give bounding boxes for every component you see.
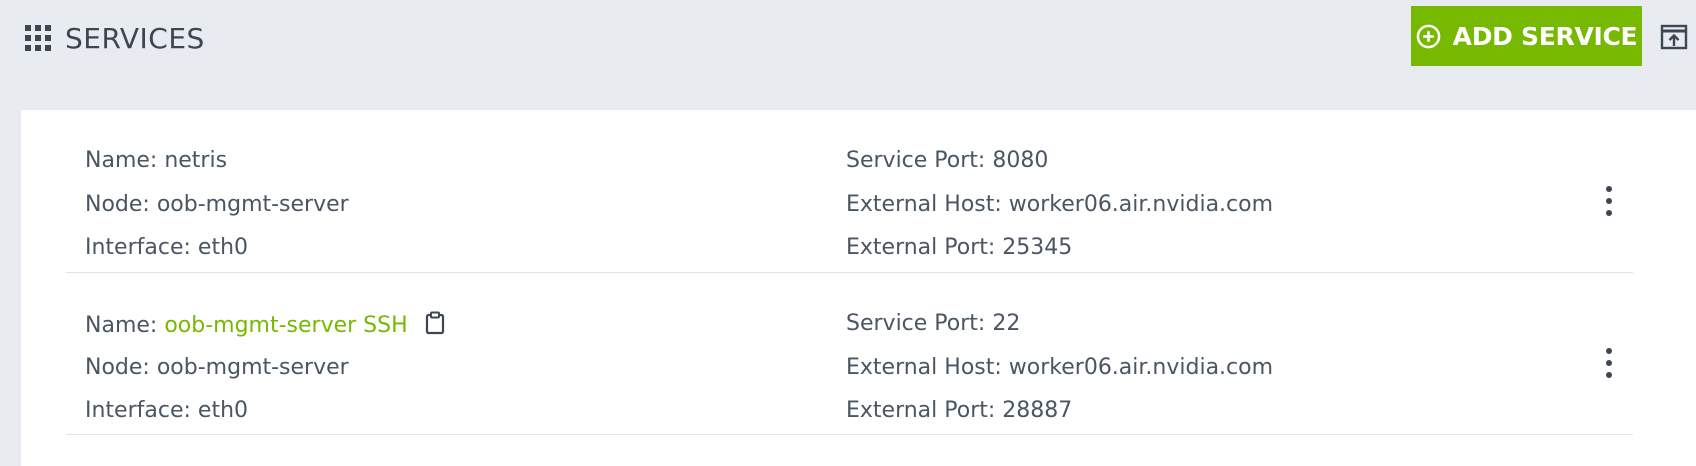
page-title: SERVICES bbox=[65, 21, 205, 55]
service-row: Name: netris Node: oob-mgmt-server Inter… bbox=[66, 110, 1633, 273]
service-port-field: Service Port: 22 bbox=[846, 311, 1021, 336]
service-port: 8080 bbox=[992, 148, 1049, 173]
service-name-link[interactable]: oob-mgmt-server SSH bbox=[164, 313, 407, 338]
add-service-label: ADD SERVICE bbox=[1452, 21, 1638, 51]
external-host: worker06.air.nvidia.com bbox=[1008, 192, 1274, 217]
services-header: SERVICES ADD SERVICE bbox=[0, 0, 1696, 110]
more-options-icon[interactable] bbox=[1601, 186, 1617, 216]
services-list-card: Name: netris Node: oob-mgmt-server Inter… bbox=[21, 110, 1696, 466]
plus-circle-icon bbox=[1416, 24, 1440, 48]
external-port-field: External Port: 28887 bbox=[846, 398, 1073, 423]
service-node-field: Node: oob-mgmt-server bbox=[85, 355, 349, 380]
external-port: 25345 bbox=[1002, 235, 1073, 260]
service-name: netris bbox=[164, 148, 228, 173]
external-host-field: External Host: worker06.air.nvidia.com bbox=[846, 192, 1274, 217]
external-host-field: External Host: worker06.air.nvidia.com bbox=[846, 355, 1274, 380]
clipboard-icon[interactable] bbox=[425, 311, 445, 335]
service-interface: eth0 bbox=[197, 235, 249, 260]
external-port-field: External Port: 25345 bbox=[846, 235, 1073, 260]
service-row: Name: oob-mgmt-server SSH Node: oob-mgmt… bbox=[66, 272, 1633, 435]
service-interface: eth0 bbox=[197, 398, 249, 423]
page-title-group: SERVICES bbox=[25, 18, 205, 58]
external-host: worker06.air.nvidia.com bbox=[1008, 355, 1274, 380]
service-interface-field: Interface: eth0 bbox=[85, 398, 249, 423]
service-node: oob-mgmt-server bbox=[156, 192, 349, 217]
service-name-field: Name: netris bbox=[85, 148, 228, 173]
external-port: 28887 bbox=[1002, 398, 1073, 423]
service-port-field: Service Port: 8080 bbox=[846, 148, 1049, 173]
service-port: 22 bbox=[992, 311, 1021, 336]
service-node-field: Node: oob-mgmt-server bbox=[85, 192, 349, 217]
more-options-icon[interactable] bbox=[1601, 348, 1617, 378]
service-interface-field: Interface: eth0 bbox=[85, 235, 249, 260]
open-external-icon[interactable] bbox=[1660, 24, 1688, 50]
grid-apps-icon bbox=[25, 25, 51, 51]
service-name-field: Name: oob-mgmt-server SSH bbox=[85, 311, 445, 339]
add-service-button[interactable]: ADD SERVICE bbox=[1411, 6, 1642, 66]
service-node: oob-mgmt-server bbox=[156, 355, 349, 380]
